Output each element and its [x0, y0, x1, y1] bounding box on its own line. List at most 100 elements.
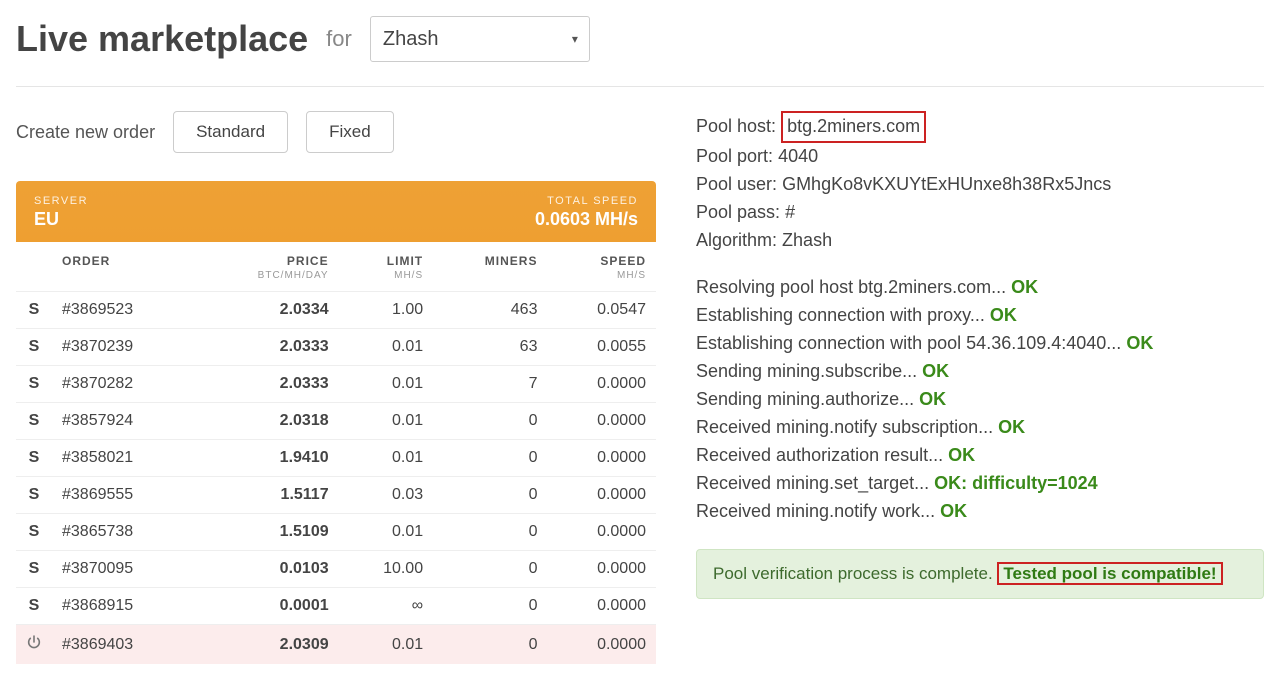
order-type-standard-icon: S — [16, 329, 52, 366]
order-type-standard-icon: S — [16, 551, 52, 588]
table-row[interactable]: S#38700950.010310.0000.0000 — [16, 551, 656, 588]
cell-price: 2.0318 — [196, 403, 339, 440]
log-line: Received mining.notify work... OK — [696, 498, 1264, 526]
col-limit-sub: MH/S — [339, 270, 434, 292]
cell-order: #3870239 — [52, 329, 196, 366]
order-type-standard-icon: S — [16, 440, 52, 477]
cell-order: #3865738 — [52, 514, 196, 551]
cell-limit: 10.00 — [339, 551, 434, 588]
server-value: EU — [34, 209, 88, 230]
cell-price: 2.0333 — [196, 329, 339, 366]
order-type-standard-icon: S — [16, 292, 52, 329]
verification-result: Pool verification process is complete. T… — [696, 549, 1264, 599]
log-status: OK — [990, 305, 1017, 325]
col-limit: LIMIT — [339, 242, 434, 270]
cell-speed: 0.0000 — [547, 551, 656, 588]
cell-limit: 0.01 — [339, 440, 434, 477]
log-line: Establishing connection with pool 54.36.… — [696, 330, 1264, 358]
cell-speed: 0.0000 — [547, 403, 656, 440]
log-text: Establishing connection with pool 54.36.… — [696, 333, 1126, 353]
col-price-sub: BTC/MH/DAY — [196, 270, 339, 292]
cell-speed: 0.0000 — [547, 588, 656, 625]
table-row[interactable]: #38694032.03090.0100.0000 — [16, 625, 656, 665]
cell-miners: 0 — [433, 625, 547, 665]
cell-miners: 0 — [433, 403, 547, 440]
table-row[interactable]: S#38580211.94100.0100.0000 — [16, 440, 656, 477]
cell-limit: 0.01 — [339, 366, 434, 403]
cell-limit: 1.00 — [339, 292, 434, 329]
pool-algo-value: Zhash — [782, 230, 832, 250]
table-row[interactable]: S#38657381.51090.0100.0000 — [16, 514, 656, 551]
log-line: Sending mining.authorize... OK — [696, 386, 1264, 414]
log-line: Received authorization result... OK — [696, 442, 1264, 470]
pool-pass-label: Pool pass: — [696, 202, 780, 222]
server-block: SERVER EU TOTAL SPEED 0.0603 MH/s — [16, 181, 656, 242]
log-line: Received mining.notify subscription... O… — [696, 414, 1264, 442]
log-text: Received mining.set_target... — [696, 473, 934, 493]
cell-price: 1.5117 — [196, 477, 339, 514]
power-icon — [16, 625, 52, 665]
table-row[interactable]: S#38695551.51170.0300.0000 — [16, 477, 656, 514]
create-order-row: Create new order Standard Fixed — [16, 111, 656, 153]
cell-limit: ∞ — [339, 588, 434, 625]
cell-order: #3869555 — [52, 477, 196, 514]
order-type-standard-icon: S — [16, 366, 52, 403]
cell-price: 2.0333 — [196, 366, 339, 403]
cell-speed: 0.0547 — [547, 292, 656, 329]
cell-order: #3868915 — [52, 588, 196, 625]
log-text: Received mining.notify subscription... — [696, 417, 998, 437]
log-line: Establishing connection with proxy... OK — [696, 302, 1264, 330]
cell-limit: 0.03 — [339, 477, 434, 514]
orders-table: ORDER PRICE LIMIT MINERS SPEED BTC/MH/DA… — [16, 242, 656, 664]
total-speed-label: TOTAL SPEED — [535, 195, 638, 207]
cell-price: 2.0334 — [196, 292, 339, 329]
log-status: OK — [1011, 277, 1038, 297]
table-row[interactable]: S#38695232.03341.004630.0547 — [16, 292, 656, 329]
create-order-label: Create new order — [16, 122, 155, 143]
cell-limit: 0.01 — [339, 403, 434, 440]
log-status: OK — [998, 417, 1025, 437]
algorithm-select[interactable]: Zhash — [370, 16, 590, 62]
log-line: Received mining.set_target... OK: diffic… — [696, 470, 1264, 498]
cell-miners: 0 — [433, 477, 547, 514]
pool-info: Pool host: btg.2miners.com Pool port: 40… — [696, 111, 1264, 254]
cell-order: #3857924 — [52, 403, 196, 440]
for-label: for — [326, 26, 352, 52]
log-status: OK: difficulty=1024 — [934, 473, 1098, 493]
table-row[interactable]: S#38702822.03330.0170.0000 — [16, 366, 656, 403]
table-row[interactable]: S#38702392.03330.01630.0055 — [16, 329, 656, 366]
cell-price: 1.9410 — [196, 440, 339, 477]
cell-price: 1.5109 — [196, 514, 339, 551]
log-text: Establishing connection with proxy... — [696, 305, 990, 325]
cell-limit: 0.01 — [339, 514, 434, 551]
col-speed-sub: MH/S — [547, 270, 656, 292]
pool-user-label: Pool user: — [696, 174, 777, 194]
table-row[interactable]: S#38579242.03180.0100.0000 — [16, 403, 656, 440]
cell-order: #3870095 — [52, 551, 196, 588]
cell-price: 0.0103 — [196, 551, 339, 588]
server-sub-label: SERVER — [34, 195, 88, 207]
order-type-standard-icon: S — [16, 588, 52, 625]
cell-miners: 0 — [433, 514, 547, 551]
cell-limit: 0.01 — [339, 329, 434, 366]
log-line: Resolving pool host btg.2miners.com... O… — [696, 274, 1264, 302]
pool-pass-value: # — [785, 202, 795, 222]
log-status: OK — [919, 389, 946, 409]
pool-port-label: Pool port: — [696, 146, 773, 166]
cell-miners: 0 — [433, 440, 547, 477]
verification-text: Pool verification process is complete. — [713, 564, 997, 583]
standard-button[interactable]: Standard — [173, 111, 288, 153]
fixed-button[interactable]: Fixed — [306, 111, 394, 153]
order-type-standard-icon: S — [16, 477, 52, 514]
col-price: PRICE — [196, 242, 339, 270]
pool-host-label: Pool host: — [696, 116, 776, 136]
table-row[interactable]: S#38689150.0001∞00.0000 — [16, 588, 656, 625]
page-title: Live marketplace — [16, 18, 308, 60]
cell-order: #3858021 — [52, 440, 196, 477]
verification-compat: Tested pool is compatible! — [997, 562, 1222, 585]
cell-order: #3870282 — [52, 366, 196, 403]
log-status: OK — [922, 361, 949, 381]
log-line: Sending mining.subscribe... OK — [696, 358, 1264, 386]
cell-order: #3869523 — [52, 292, 196, 329]
total-speed-value: 0.0603 MH/s — [535, 209, 638, 230]
